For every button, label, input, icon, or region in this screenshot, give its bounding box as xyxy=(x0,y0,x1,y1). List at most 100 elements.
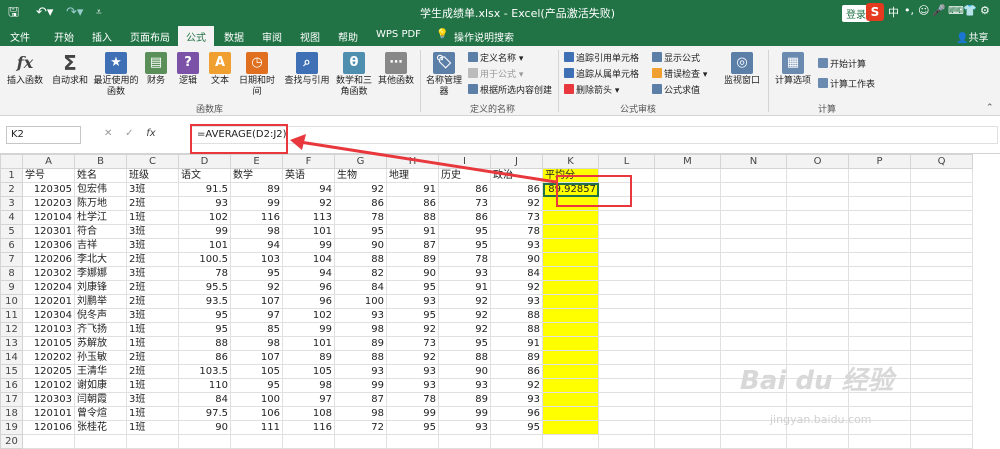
cell-m16[interactable] xyxy=(654,378,721,393)
cell-j17[interactable]: 93 xyxy=(490,392,543,407)
tab-data[interactable]: 数据 xyxy=(224,29,244,44)
cell-p20[interactable] xyxy=(848,434,911,449)
cell-b16[interactable]: 谢如康 xyxy=(74,378,127,393)
column-header-p[interactable]: P xyxy=(848,154,911,169)
cell-c3[interactable]: 2班 xyxy=(126,196,179,211)
cell-e1[interactable]: 数学 xyxy=(230,168,283,183)
name-manager-button[interactable]: 🏷 名称管理器 xyxy=(424,52,464,98)
calculate-now-button[interactable]: 开始计算 xyxy=(818,58,866,71)
row-header[interactable]: 19 xyxy=(0,420,23,435)
cell-e11[interactable]: 97 xyxy=(230,308,283,323)
cell-p10[interactable] xyxy=(848,294,911,309)
cell-o11[interactable] xyxy=(786,308,849,323)
cell-p5[interactable] xyxy=(848,224,911,239)
cell-m1[interactable] xyxy=(654,168,721,183)
column-header-m[interactable]: M xyxy=(654,154,721,169)
cell-c9[interactable]: 2班 xyxy=(126,280,179,295)
row-header[interactable]: 3 xyxy=(0,196,23,211)
cell-o2[interactable] xyxy=(786,182,849,197)
cell-e3[interactable]: 99 xyxy=(230,196,283,211)
cell-k6[interactable] xyxy=(542,238,599,253)
cell-l13[interactable] xyxy=(598,336,655,351)
cell-q3[interactable] xyxy=(910,196,973,211)
cell-l6[interactable] xyxy=(598,238,655,253)
cell-g8[interactable]: 82 xyxy=(334,266,387,281)
cell-q18[interactable] xyxy=(910,406,973,421)
cell-f13[interactable]: 101 xyxy=(282,336,335,351)
column-header-a[interactable]: A xyxy=(22,154,75,169)
row-header[interactable]: 14 xyxy=(0,350,23,365)
cell-i6[interactable]: 95 xyxy=(438,238,491,253)
ime-settings-icon[interactable]: ⚙ xyxy=(980,4,990,17)
cell-p12[interactable] xyxy=(848,322,911,337)
cell-m3[interactable] xyxy=(654,196,721,211)
cell-k15[interactable] xyxy=(542,364,599,379)
share-button[interactable]: 👤共享 xyxy=(956,29,988,44)
cell-o8[interactable] xyxy=(786,266,849,281)
cell-m7[interactable] xyxy=(654,252,721,267)
cell-l20[interactable] xyxy=(598,434,655,449)
cell-d8[interactable]: 78 xyxy=(178,266,231,281)
cell-l18[interactable] xyxy=(598,406,655,421)
cell-g12[interactable]: 98 xyxy=(334,322,387,337)
cell-i1[interactable]: 历史 xyxy=(438,168,491,183)
cell-e7[interactable]: 103 xyxy=(230,252,283,267)
cell-g11[interactable]: 93 xyxy=(334,308,387,323)
calculation-options-button[interactable]: ▦ 计算选项 xyxy=(772,52,814,87)
cell-f9[interactable]: 96 xyxy=(282,280,335,295)
tab-insert[interactable]: 插入 xyxy=(92,29,112,44)
cell-c15[interactable]: 2班 xyxy=(126,364,179,379)
cell-m6[interactable] xyxy=(654,238,721,253)
cell-g17[interactable]: 87 xyxy=(334,392,387,407)
cell-n4[interactable] xyxy=(720,210,787,225)
cell-p6[interactable] xyxy=(848,238,911,253)
cell-e13[interactable]: 98 xyxy=(230,336,283,351)
column-header-h[interactable]: H xyxy=(386,154,439,169)
cell-d10[interactable]: 93.5 xyxy=(178,294,231,309)
cell-e8[interactable]: 95 xyxy=(230,266,283,281)
cell-l4[interactable] xyxy=(598,210,655,225)
cell-l19[interactable] xyxy=(598,420,655,435)
more-functions-button[interactable]: ⋯ 其他函数 xyxy=(376,52,416,87)
tab-review[interactable]: 审阅 xyxy=(262,29,282,44)
cell-j15[interactable]: 86 xyxy=(490,364,543,379)
cell-f3[interactable]: 92 xyxy=(282,196,335,211)
date-time-button[interactable]: ◷ 日期和时间 xyxy=(236,52,278,98)
cell-n9[interactable] xyxy=(720,280,787,295)
cell-m19[interactable] xyxy=(654,420,721,435)
cell-n7[interactable] xyxy=(720,252,787,267)
cell-g16[interactable]: 99 xyxy=(334,378,387,393)
cell-b20[interactable] xyxy=(74,434,127,449)
cell-k11[interactable] xyxy=(542,308,599,323)
formula-input[interactable]: =AVERAGE(D2:J2) xyxy=(190,126,998,144)
cell-e15[interactable]: 105 xyxy=(230,364,283,379)
financial-button[interactable]: ▤ 财务 xyxy=(142,52,170,87)
cell-q1[interactable] xyxy=(910,168,973,183)
cell-e14[interactable]: 107 xyxy=(230,350,283,365)
cell-a17[interactable]: 120303 xyxy=(22,392,75,407)
cell-c16[interactable]: 1班 xyxy=(126,378,179,393)
column-header-d[interactable]: D xyxy=(178,154,231,169)
cell-h7[interactable]: 89 xyxy=(386,252,439,267)
cell-q11[interactable] xyxy=(910,308,973,323)
cell-o4[interactable] xyxy=(786,210,849,225)
cell-n13[interactable] xyxy=(720,336,787,351)
cell-a4[interactable]: 120104 xyxy=(22,210,75,225)
cell-d14[interactable]: 86 xyxy=(178,350,231,365)
error-checking-button[interactable]: 错误检查 ▾ xyxy=(652,68,707,81)
column-header-j[interactable]: J xyxy=(490,154,543,169)
insert-function-fx-button[interactable]: fx xyxy=(146,128,155,139)
cell-o10[interactable] xyxy=(786,294,849,309)
cell-a2[interactable]: 120305 xyxy=(22,182,75,197)
cell-d19[interactable]: 90 xyxy=(178,420,231,435)
cell-n6[interactable] xyxy=(720,238,787,253)
cell-o13[interactable] xyxy=(786,336,849,351)
cell-a7[interactable]: 120206 xyxy=(22,252,75,267)
cell-o9[interactable] xyxy=(786,280,849,295)
column-header-b[interactable]: B xyxy=(74,154,127,169)
cell-a13[interactable]: 120105 xyxy=(22,336,75,351)
cell-g13[interactable]: 89 xyxy=(334,336,387,351)
row-header[interactable]: 20 xyxy=(0,434,23,449)
cell-k18[interactable] xyxy=(542,406,599,421)
cell-k9[interactable] xyxy=(542,280,599,295)
